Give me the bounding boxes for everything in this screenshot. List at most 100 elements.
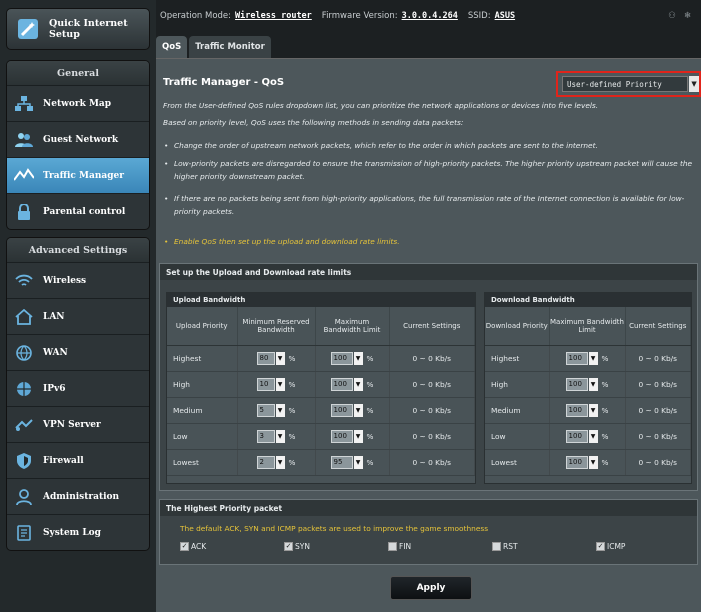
checkbox-fin[interactable]: FIN [388,542,411,551]
traffic-manager-icon [13,166,35,186]
max-bandwidth-select[interactable]: 100 ▼% [330,377,373,391]
sidebar-item-label: IPv6 [43,383,66,394]
select-value[interactable]: 80 [256,351,275,365]
min-bandwidth-select[interactable]: 5 ▼% [256,403,295,417]
download-max-select[interactable]: 100 ▼% [565,429,608,443]
chevron-down-icon[interactable]: ▼ [275,455,285,469]
download-max-select[interactable]: 100 ▼% [565,377,608,391]
apply-button[interactable]: Apply [390,576,472,600]
select-value[interactable]: 100 [330,351,353,365]
sidebar-item-guest-network[interactable]: Guest Network [7,121,149,157]
select-value[interactable]: 5 [256,403,275,417]
chevron-down-icon[interactable]: ▼ [353,429,363,443]
checkbox-ack[interactable]: ✓ ACK [180,542,206,551]
chevron-down-icon[interactable]: ▼ [588,377,598,391]
quick-internet-setup-button[interactable]: Quick Internet Setup [6,8,150,50]
table-row: High 100 ▼% 0 ~ 0 Kb/s [485,371,691,398]
current-setting: 0 ~ 0 Kb/s [625,397,691,424]
check-icon[interactable]: ✓ [284,542,293,551]
priority-dropdown[interactable]: User-defined Priority ▼ [556,71,701,97]
percent-label: % [288,457,296,467]
ssid-label: SSID: [467,11,491,21]
network-status-icon[interactable]: ❄ [684,11,691,21]
select-value[interactable]: 100 [565,429,588,443]
sidebar-item-vpn-server[interactable]: VPN Server [7,406,149,442]
checkbox-box[interactable] [388,542,397,551]
checkbox-icmp[interactable]: ✓ ICMP [596,542,625,551]
priority-select[interactable]: User-defined Priority [562,76,689,92]
sidebar-item-wan[interactable]: WAN [7,334,149,370]
operation-mode-link[interactable]: Wireless router [235,11,312,21]
check-icon[interactable]: ✓ [596,542,605,551]
tab-traffic-monitor[interactable]: Traffic Monitor [189,36,271,58]
max-bandwidth-select[interactable]: 100 ▼% [330,351,373,365]
current-setting: 0 ~ 0 Kb/s [625,449,691,476]
upload-table: Upload Priority Minimum Reserved Bandwid… [167,307,475,476]
table-row: High 10 ▼% 100 ▼% 0 ~ 0 Kb/s [167,371,475,398]
chevron-down-icon[interactable]: ▼ [353,377,363,391]
select-value[interactable]: 10 [256,377,275,391]
highest-priority-section: The Highest Priority packet The default … [159,499,698,565]
sidebar-item-system-log[interactable]: System Log [7,514,149,550]
chevron-down-icon[interactable]: ▼ [275,429,285,443]
select-value[interactable]: 3 [256,429,275,443]
priority-name: Low [167,423,238,450]
min-bandwidth-select[interactable]: 80 ▼% [256,351,296,365]
checkbox-syn[interactable]: ✓ SYN [284,542,310,551]
table-row: Low 100 ▼% 0 ~ 0 Kb/s [485,423,691,450]
chevron-down-icon[interactable]: ▼ [275,351,285,365]
check-icon[interactable]: ✓ [180,542,189,551]
checkbox-rst[interactable]: RST [492,542,518,551]
max-bandwidth-select[interactable]: 100 ▼% [330,429,373,443]
select-value[interactable]: 95 [330,455,353,469]
select-value[interactable]: 100 [565,455,588,469]
sidebar-item-parental-control[interactable]: Parental control [7,193,149,229]
ssid-link[interactable]: ASUS [495,11,515,21]
select-value[interactable]: 100 [565,377,588,391]
col-header: Upload Priority [167,307,238,346]
download-max-select[interactable]: 100 ▼% [565,351,608,365]
chevron-down-icon[interactable]: ▼ [353,403,363,417]
chevron-down-icon[interactable]: ▼ [588,455,598,469]
download-max-select[interactable]: 100 ▼% [565,403,609,417]
sidebar-item-ipv6[interactable]: IPv6 [7,370,149,406]
chevron-down-icon[interactable]: ▼ [588,403,598,417]
select-value[interactable]: 2 [256,455,275,469]
bullet-3: • If there are no packets being sent from… [164,194,685,216]
firmware-link[interactable]: 3.0.0.4.264 [402,11,458,21]
chevron-down-icon[interactable]: ▼ [275,403,285,417]
packet-note: The default ACK, SYN and ICMP packets ar… [180,524,489,533]
min-bandwidth-select[interactable]: 10 ▼% [256,377,295,391]
chevron-down-icon[interactable]: ▼ [353,351,363,365]
download-max-select[interactable]: 100 ▼% [565,455,608,469]
chevron-down-icon[interactable]: ▼ [588,351,598,365]
percent-label: % [288,353,296,363]
sidebar-item-firewall[interactable]: Firewall [7,442,149,478]
tab-qos[interactable]: QoS [156,36,188,58]
col-header: Maximum Bandwidth Limit [549,307,626,346]
checkbox-box[interactable] [492,542,501,551]
chevron-down-icon[interactable]: ▼ [588,429,598,443]
select-value[interactable]: 100 [330,403,353,417]
status-icons: ⚇ ❄ [668,11,691,21]
tab-bar: QoS Traffic Monitor [156,36,271,58]
sidebar-item-administration[interactable]: Administration [7,478,149,514]
max-bandwidth-select[interactable]: 100 ▼% [330,403,373,417]
user-icon[interactable]: ⚇ [668,11,676,21]
sidebar-item-network-map[interactable]: Network Map [7,85,149,121]
sidebar-item-traffic-manager[interactable]: Traffic Manager [7,157,149,193]
sidebar-item-lan[interactable]: LAN [7,298,149,334]
chevron-down-icon[interactable]: ▼ [275,377,285,391]
select-value[interactable]: 100 [330,377,353,391]
sidebar-item-wireless[interactable]: Wireless [7,262,149,298]
max-bandwidth-select[interactable]: 95 ▼% [330,455,373,469]
chevron-down-icon[interactable]: ▼ [353,455,363,469]
wand-icon [13,14,43,44]
chevron-down-icon[interactable]: ▼ [689,76,699,92]
select-value[interactable]: 100 [565,403,588,417]
select-value[interactable]: 100 [330,429,353,443]
percent-label: % [601,405,609,415]
min-bandwidth-select[interactable]: 2 ▼% [256,455,296,469]
select-value[interactable]: 100 [565,351,588,365]
min-bandwidth-select[interactable]: 3 ▼% [256,429,295,443]
